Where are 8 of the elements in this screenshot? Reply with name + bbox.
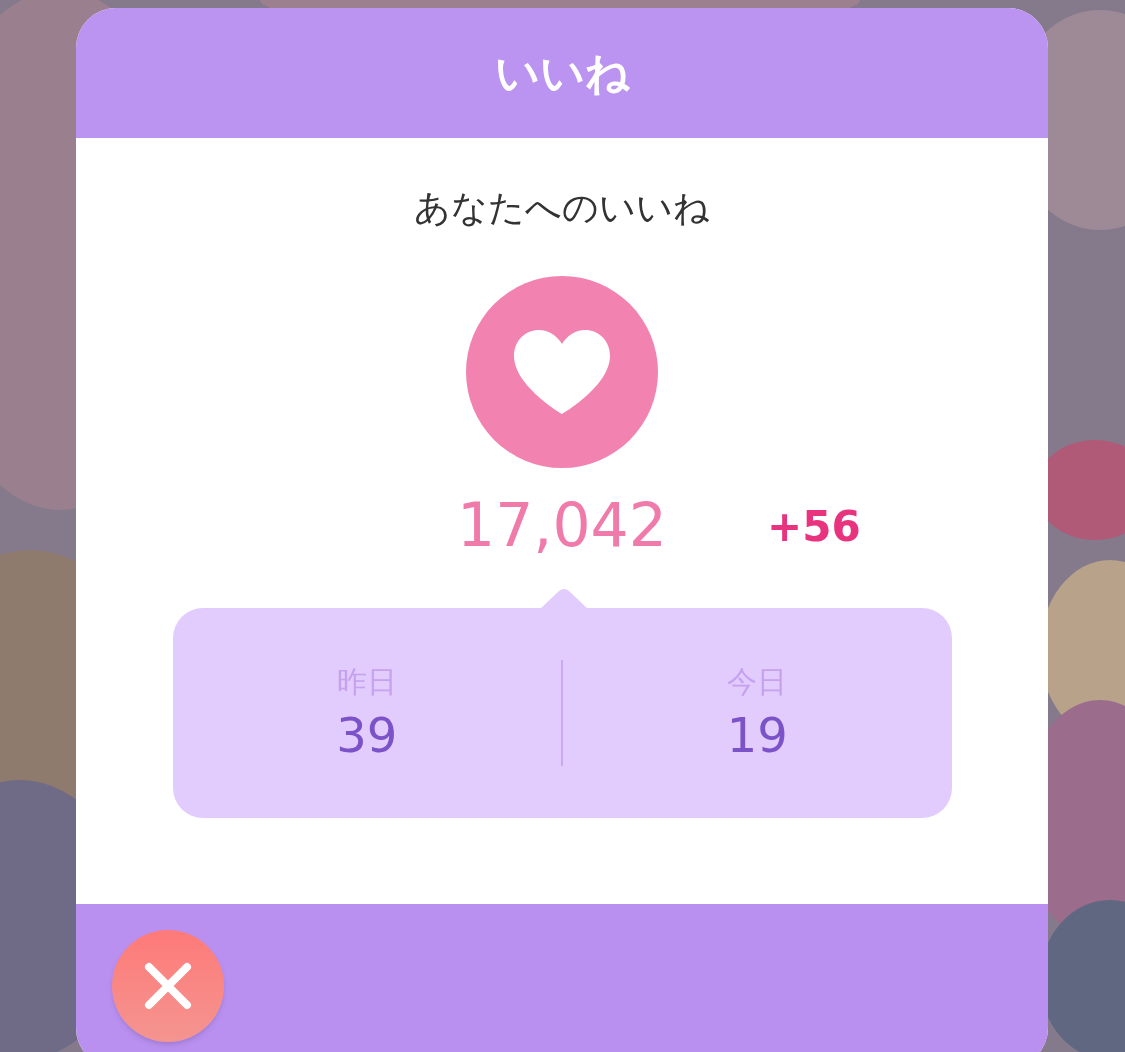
- period-count: 39: [336, 711, 398, 759]
- heading: あなたへのいいね: [414, 190, 710, 226]
- dialog-title: いいね: [494, 46, 630, 100]
- like-count: 17,042: [457, 495, 667, 555]
- close-icon: [143, 961, 193, 1011]
- heart-icon: [514, 329, 610, 415]
- period-count: 19: [726, 711, 788, 759]
- like-increase: +56: [767, 506, 861, 548]
